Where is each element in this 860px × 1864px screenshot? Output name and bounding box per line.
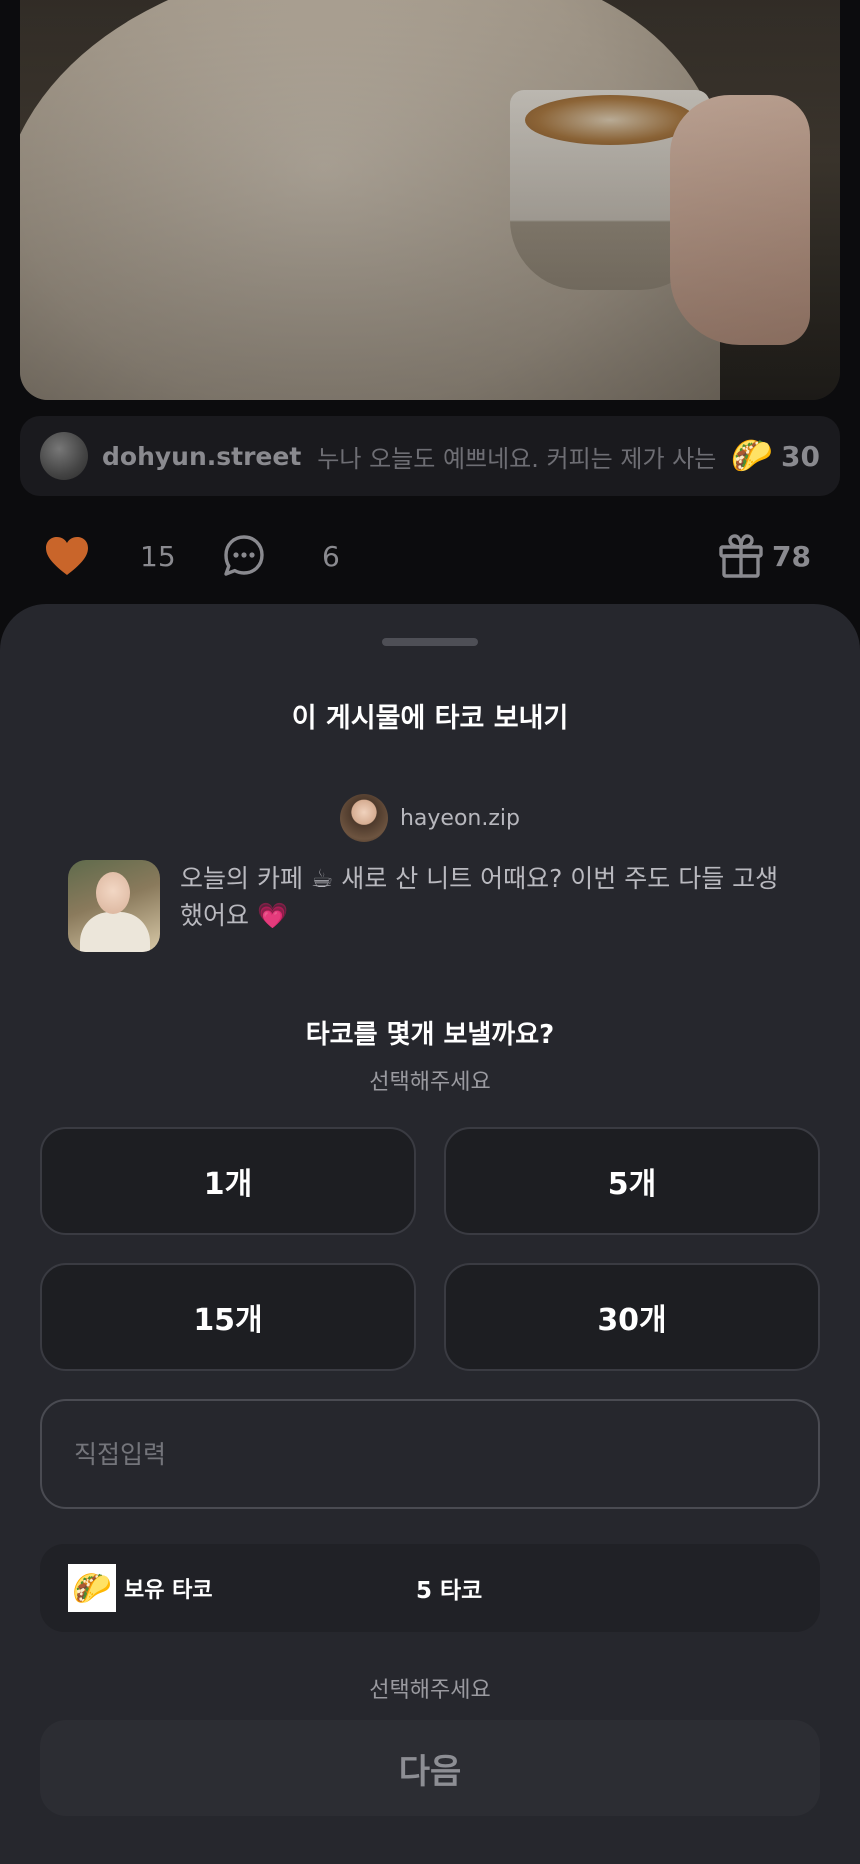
like-button[interactable] [44, 528, 90, 584]
comment-text: 누나 오늘도 예쁘네요. 커피는 제가 사는 걸... [317, 444, 717, 473]
sheet-drag-handle[interactable] [382, 638, 478, 646]
heart-icon [46, 537, 88, 575]
author-username: hayeon.zip [399, 805, 520, 831]
taco-icon: 🌮 [68, 1564, 116, 1612]
post-photo[interactable] [20, 0, 840, 400]
taco-count-subtitle: 선택해주세요 [369, 1070, 491, 1095]
option-30-button[interactable]: 30개 [444, 1263, 820, 1371]
send-taco-sheet: 이 게시물에 타코 보내기 hayeon.zip 오늘의 카페 ☕ 새로 산 니… [0, 604, 860, 1864]
owned-taco-value: 5 타코 [416, 1578, 483, 1604]
post-author: hayeon.zip [0, 794, 860, 842]
selection-hint: 선택해주세요 [369, 1678, 491, 1703]
comment-preview[interactable]: dohyun.street 누나 오늘도 예쁘네요. 커피는 제가 사는 걸..… [20, 416, 840, 496]
post-thumbnail [68, 860, 160, 952]
owned-taco-label: 보유 타코 [124, 1578, 213, 1603]
chat-bubble-icon [224, 535, 264, 576]
commenter-avatar[interactable] [40, 432, 88, 480]
gift-count: 78 [772, 539, 811, 573]
option-15-button[interactable]: 15개 [40, 1263, 416, 1371]
photo-dim-overlay [20, 0, 840, 400]
post-caption: 오늘의 카페 ☕ 새로 산 니트 어때요? 이번 주도 다들 고생했어요 💗 [180, 864, 779, 930]
direct-input-field[interactable] [40, 1399, 820, 1509]
like-count: 15 [140, 539, 176, 573]
commenter-username[interactable]: dohyun.street [102, 442, 301, 471]
gift-icon [719, 534, 763, 578]
taco-icon: 🌮 [730, 436, 774, 476]
taco-count-question: 타코를 몇개 보낼까요? [305, 1020, 555, 1050]
comment-count: 6 [322, 539, 340, 573]
sheet-title: 이 게시물에 타코 보내기 [291, 703, 569, 734]
owned-taco-row: 🌮 보유 타코 5 타코 [40, 1544, 820, 1632]
thumbnail-figure-body [80, 912, 150, 952]
comment-taco-count: 30 [781, 439, 820, 473]
next-button[interactable]: 다음 [40, 1720, 820, 1816]
author-avatar [339, 794, 388, 842]
thumbnail-figure-face [96, 872, 130, 914]
comment-button[interactable] [222, 528, 266, 584]
gift-button[interactable] [718, 528, 764, 584]
post-actions: 15 6 78 [0, 528, 860, 584]
post-preview: 오늘의 카페 ☕ 새로 산 니트 어때요? 이번 주도 다들 고생했어요 💗 [68, 860, 792, 952]
option-1-button[interactable]: 1개 [40, 1127, 416, 1235]
option-5-button[interactable]: 5개 [444, 1127, 820, 1235]
